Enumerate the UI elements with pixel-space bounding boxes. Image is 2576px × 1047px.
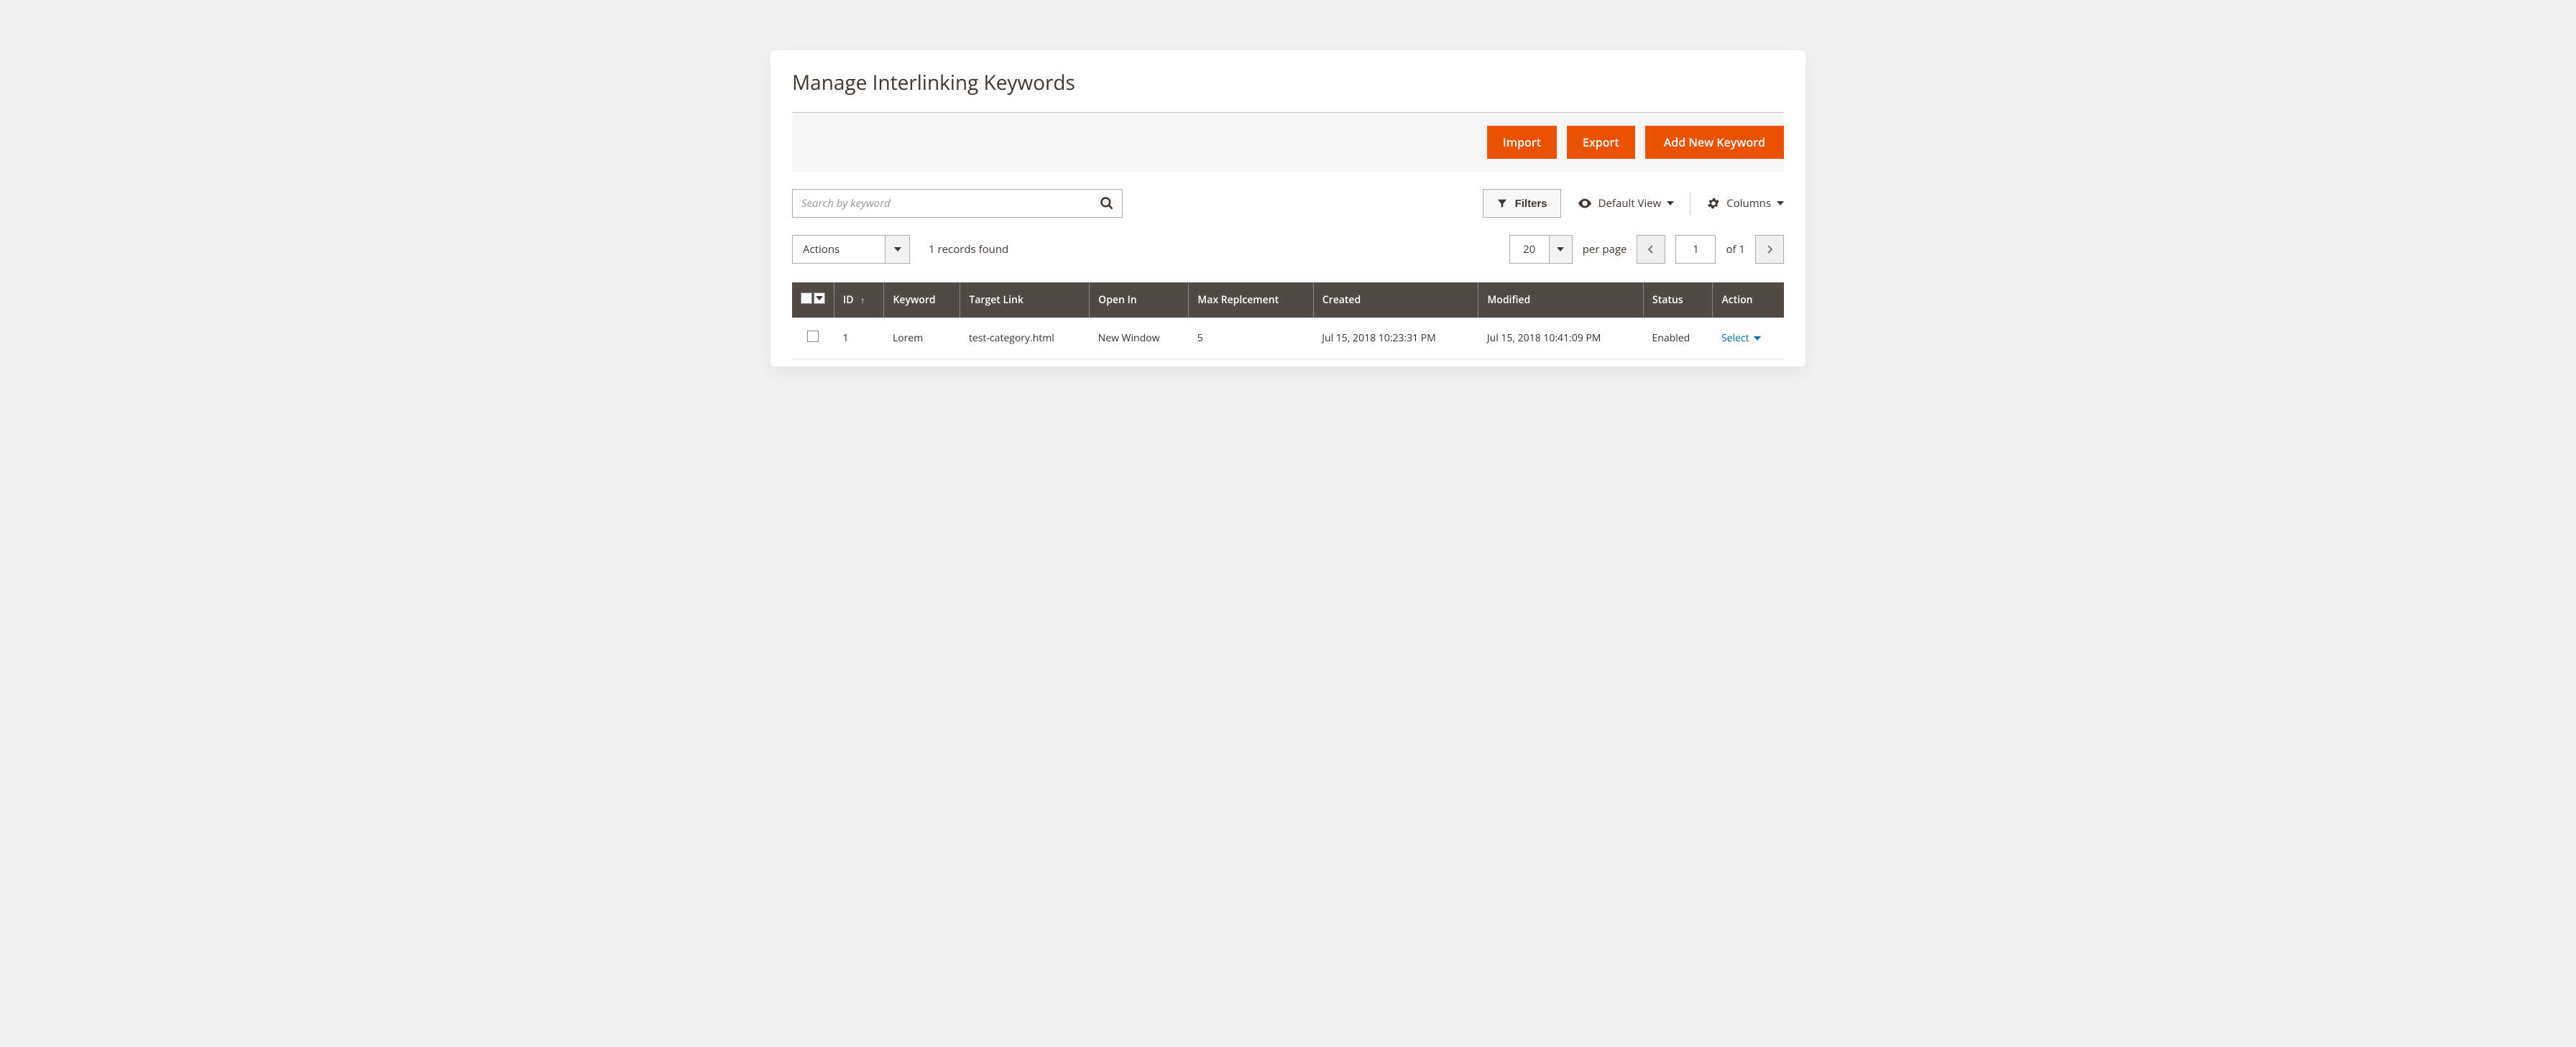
grid-controls-right: Filters Default View Columns [1483,189,1784,218]
funnel-icon [1496,198,1508,209]
cell-target-link: test-category.html [960,318,1090,359]
col-status[interactable]: Status [1644,282,1713,318]
page-size-caret[interactable] [1550,235,1573,264]
search-wrap [792,189,1123,218]
search-icon[interactable] [1100,196,1114,211]
col-action[interactable]: Action [1713,282,1784,318]
cell-keyword: Lorem [884,318,960,359]
columns-selector[interactable]: Columns [1706,196,1784,211]
pager: 20 per page 1 of 1 [1509,235,1784,264]
records-found: 1 records found [929,242,1008,257]
col-max-replacement[interactable]: Max Replcement [1189,282,1313,318]
top-toolbar: Import Export Add New Keyword [792,112,1784,172]
prev-page-button[interactable] [1637,235,1665,264]
sort-asc-icon: ↑ [860,294,865,306]
caret-down-icon [1754,336,1761,341]
data-grid: ID ↑ Keyword Target Link Open In Max Rep… [792,282,1784,359]
caret-down-icon [894,247,901,252]
admin-panel: Manage Interlinking Keywords Import Expo… [770,50,1806,366]
per-page-label: per page [1583,242,1627,257]
cell-modified: Jul 15, 2018 10:41:09 PM [1478,318,1644,359]
controls-row-search: Filters Default View Columns [792,189,1784,218]
table-row: 1 Lorem test-category.html New Window 5 … [792,318,1784,359]
current-page-input[interactable]: 1 [1675,235,1716,264]
row-action-select[interactable]: Select [1721,331,1761,345]
view-selector[interactable]: Default View [1577,195,1675,211]
select-all-caret[interactable] [814,292,825,304]
filters-label: Filters [1515,198,1547,210]
filters-button[interactable]: Filters [1483,189,1561,218]
caret-down-icon [1557,247,1564,252]
col-id[interactable]: ID ↑ [834,282,884,318]
col-modified[interactable]: Modified [1478,282,1644,318]
cell-max-replacement: 5 [1189,318,1313,359]
col-keyword[interactable]: Keyword [884,282,960,318]
page-title: Manage Interlinking Keywords [792,69,1784,96]
export-button[interactable]: Export [1567,126,1635,159]
import-button[interactable]: Import [1487,126,1557,159]
col-created[interactable]: Created [1313,282,1478,318]
col-open-in[interactable]: Open In [1090,282,1189,318]
next-page-button[interactable] [1755,235,1784,264]
cell-status: Enabled [1644,318,1713,359]
cell-id: 1 [834,318,884,359]
row-checkbox[interactable] [807,331,819,342]
header-checkbox-cell[interactable] [792,282,834,318]
gear-icon [1706,196,1721,211]
caret-down-icon [1777,201,1784,206]
caret-down-icon [1667,201,1674,206]
actions-label: Actions [792,235,886,264]
add-new-keyword-button[interactable]: Add New Keyword [1645,126,1784,159]
actions-caret[interactable] [886,235,910,264]
cell-open-in: New Window [1090,318,1189,359]
page-size-value[interactable]: 20 [1509,235,1550,264]
actions-dropdown[interactable]: Actions [792,235,910,264]
select-all-checkbox[interactable] [801,292,812,304]
search-input[interactable] [792,189,1123,218]
col-target-link[interactable]: Target Link [960,282,1090,318]
eye-icon [1577,195,1593,211]
view-label: Default View [1598,196,1662,211]
cell-created: Jul 15, 2018 10:23:31 PM [1313,318,1478,359]
columns-label: Columns [1726,196,1771,211]
caret-down-icon [816,296,823,300]
controls-row-actions: Actions 1 records found 20 per page 1 of… [792,235,1784,264]
header-row: ID ↑ Keyword Target Link Open In Max Rep… [792,282,1784,318]
page-of-label: of 1 [1726,242,1745,257]
